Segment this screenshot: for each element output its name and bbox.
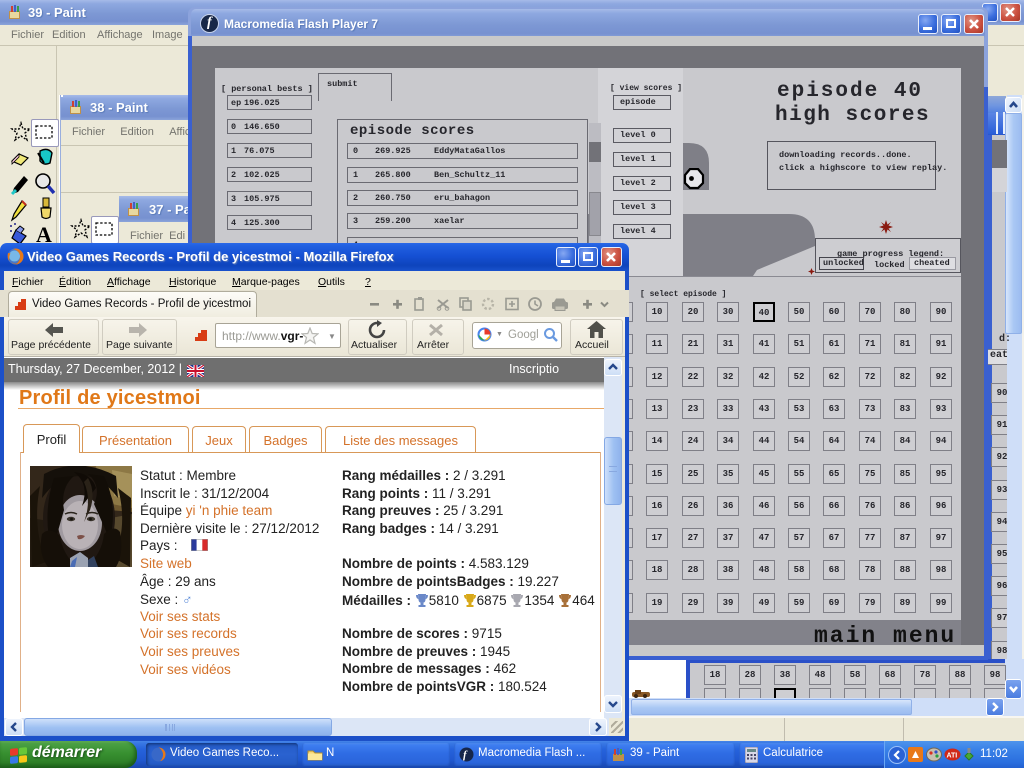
svg-text:ATI: ATI xyxy=(947,753,958,760)
